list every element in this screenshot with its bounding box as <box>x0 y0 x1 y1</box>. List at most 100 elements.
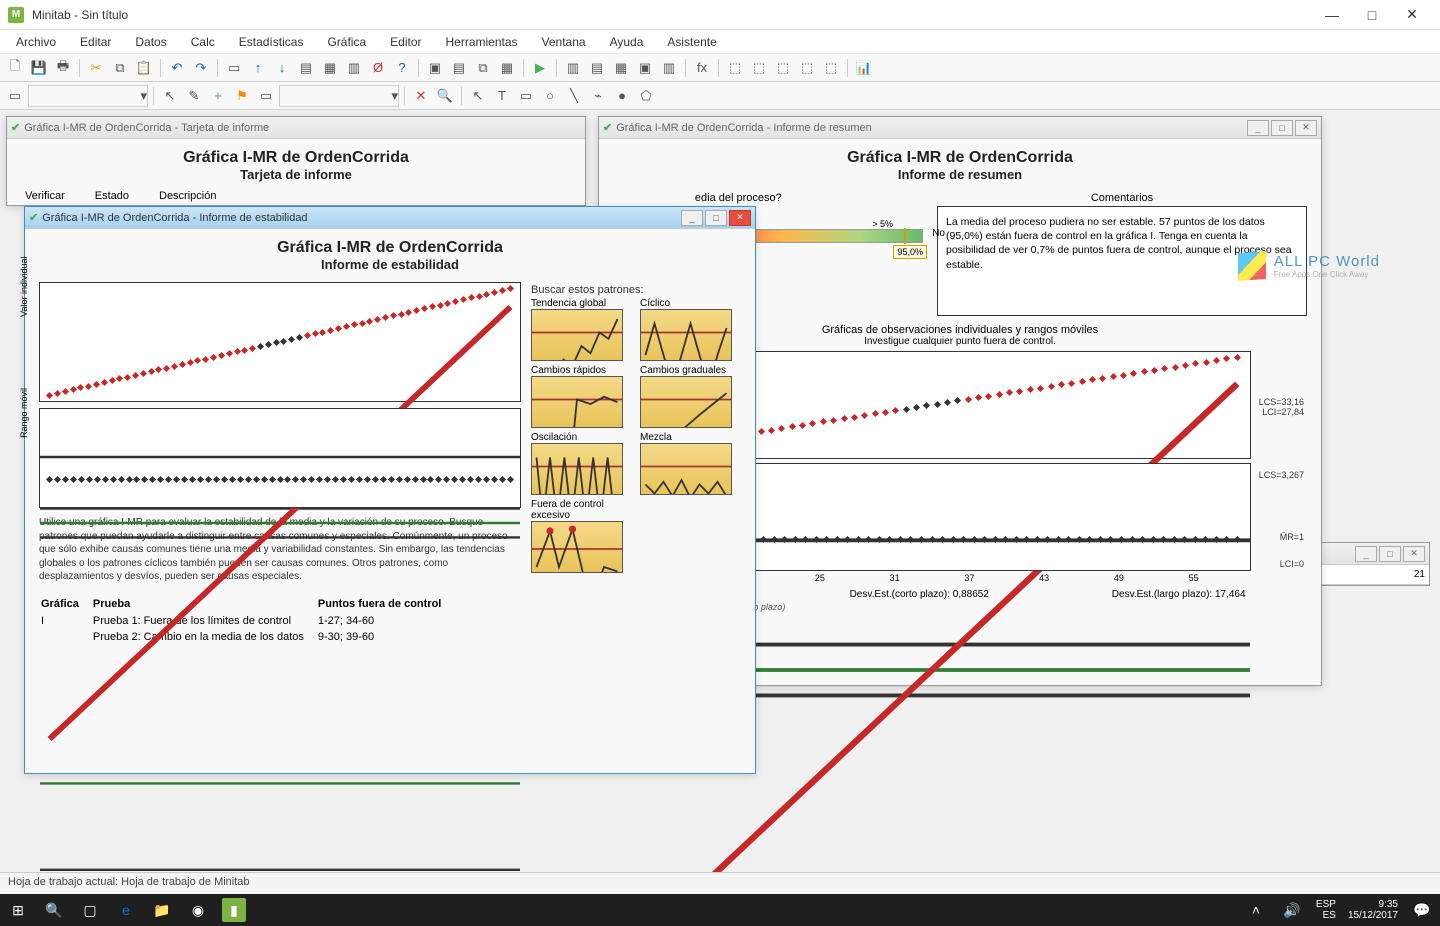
ws-min-button[interactable]: _ <box>1355 546 1377 562</box>
menu-editar[interactable]: Editar <box>74 33 117 51</box>
stat3-icon[interactable]: ⬚ <box>772 57 794 79</box>
chart2-icon[interactable]: ▤ <box>586 57 608 79</box>
pointer-icon[interactable]: ↖ <box>159 85 181 107</box>
start-button[interactable]: ⊞ <box>6 898 30 922</box>
pattern-excess-thumb <box>531 521 623 573</box>
cut-icon[interactable]: ✂ <box>85 57 107 79</box>
menu-grafica[interactable]: Gráfica <box>321 33 372 51</box>
session-icon[interactable]: ▤ <box>295 57 317 79</box>
search-icon[interactable]: 🔍 <box>434 85 456 107</box>
project-icon[interactable]: ▣ <box>424 57 446 79</box>
comments-label: Comentarios <box>937 192 1307 204</box>
redo-icon[interactable]: ↷ <box>190 57 212 79</box>
text-icon[interactable]: T <box>491 85 513 107</box>
maximize-button[interactable]: □ <box>1352 0 1392 30</box>
polyline-icon[interactable]: ⌁ <box>587 85 609 107</box>
windows-taskbar: ⊞ 🔍 ▢ e 📁 ◉ ▮ ˄ 🔊 ESPES 9:3515/12/2017 💬 <box>0 894 1440 926</box>
circle-icon[interactable]: ○ <box>539 85 561 107</box>
stability-title: Gráfica I-MR de OrdenCorrida - Informe d… <box>42 212 307 224</box>
menu-bar: Archivo Editar Datos Calc Estadísticas G… <box>0 30 1440 54</box>
tray-notifications-icon[interactable]: 💬 <box>1410 898 1434 922</box>
print-icon[interactable]: 🖶 <box>52 57 74 79</box>
stat5-icon[interactable]: ⬚ <box>820 57 842 79</box>
menu-asistente[interactable]: Asistente <box>661 33 722 51</box>
brush-icon[interactable]: ✎ <box>183 85 205 107</box>
tray-lang[interactable]: ESPES <box>1316 899 1336 921</box>
stat1-icon[interactable]: ⬚ <box>724 57 746 79</box>
menu-estadisticas[interactable]: Estadísticas <box>233 33 310 51</box>
summary-max-button[interactable]: □ <box>1271 120 1293 136</box>
undo-icon[interactable]: ↶ <box>166 57 188 79</box>
stab-min-button[interactable]: _ <box>681 210 703 226</box>
help-icon[interactable]: ? <box>391 57 413 79</box>
check-icon: ✔ <box>11 121 20 134</box>
minitab-taskbar-icon[interactable]: ▮ <box>222 898 246 922</box>
chrome-icon[interactable]: ◉ <box>186 898 210 922</box>
save-icon[interactable]: 💾 <box>28 57 50 79</box>
select-icon[interactable]: ↖ <box>467 85 489 107</box>
line-icon[interactable]: ╲ <box>563 85 585 107</box>
report-card-window[interactable]: ✔ Gráfica I-MR de OrdenCorrida - Tarjeta… <box>6 116 586 206</box>
summary-title: Gráfica I-MR de OrdenCorrida - Informe d… <box>616 122 872 134</box>
dropdown-icon[interactable]: ▾ <box>28 85 148 107</box>
menu-herramientas[interactable]: Herramientas <box>440 33 524 51</box>
summary-close-button[interactable]: ✕ <box>1295 120 1317 136</box>
stat2-icon[interactable]: ⬚ <box>748 57 770 79</box>
box1-icon[interactable]: ▭ <box>4 85 26 107</box>
arrow-up-icon[interactable]: ↑ <box>247 57 269 79</box>
copy-icon[interactable]: ⧉ <box>109 57 131 79</box>
ws-max-button[interactable]: □ <box>1379 546 1401 562</box>
menu-archivo[interactable]: Archivo <box>10 33 62 51</box>
summary-min-button[interactable]: _ <box>1247 120 1269 136</box>
ws-close-button[interactable]: ✕ <box>1403 546 1425 562</box>
chart3-icon[interactable]: ▦ <box>610 57 632 79</box>
menu-calc[interactable]: Calc <box>185 33 221 51</box>
stab-max-button[interactable]: □ <box>705 210 727 226</box>
stat4-icon[interactable]: ⬚ <box>796 57 818 79</box>
graph-icon[interactable]: ▥ <box>343 57 365 79</box>
rect-icon[interactable]: ▭ <box>515 85 537 107</box>
menu-editor[interactable]: Editor <box>384 33 427 51</box>
arrow-down-icon[interactable]: ↓ <box>271 57 293 79</box>
tray-volume-icon[interactable]: 🔊 <box>1280 898 1304 922</box>
menu-ayuda[interactable]: Ayuda <box>604 33 650 51</box>
plus-icon[interactable]: + <box>207 85 229 107</box>
stability-window[interactable]: ✔ Gráfica I-MR de OrdenCorrida - Informe… <box>24 206 756 774</box>
edge-icon[interactable]: e <box>114 898 138 922</box>
tool-icon[interactable]: ▭ <box>223 57 245 79</box>
box2-icon[interactable]: ▭ <box>255 85 277 107</box>
menu-datos[interactable]: Datos <box>129 33 172 51</box>
tile-icon[interactable]: ▦ <box>496 57 518 79</box>
menu-ventana[interactable]: Ventana <box>536 33 592 51</box>
new-icon[interactable]: 🗋 <box>4 57 26 79</box>
worksheet-icon[interactable]: ▦ <box>319 57 341 79</box>
check-icon: ✔ <box>603 121 612 134</box>
manage-icon[interactable]: ▤ <box>448 57 470 79</box>
chart4-icon[interactable]: ▣ <box>634 57 656 79</box>
graphtool-icon[interactable]: 📊 <box>853 57 875 79</box>
cascade-icon[interactable]: ⧉ <box>472 57 494 79</box>
tray-up-icon[interactable]: ˄ <box>1244 898 1268 922</box>
cancel-icon[interactable]: Ø <box>367 57 389 79</box>
x-icon[interactable]: ✕ <box>410 85 432 107</box>
fx-icon[interactable]: fx <box>691 57 713 79</box>
chart5-icon[interactable]: ▥ <box>658 57 680 79</box>
pattern-shifts-label: Cambios rápidos <box>531 365 632 376</box>
tray-clock[interactable]: 9:3515/12/2017 <box>1348 899 1398 921</box>
marker-icon[interactable]: ● <box>611 85 633 107</box>
close-button[interactable]: ✕ <box>1392 0 1432 30</box>
toolbar-main: 🗋 💾 🖶 ✂ ⧉ 📋 ↶ ↷ ▭ ↑ ↓ ▤ ▦ ▥ Ø ? ▣ ▤ ⧉ ▦ … <box>0 54 1440 82</box>
search-taskbar-icon[interactable]: 🔍 <box>42 898 66 922</box>
annot-mrbar: M̄R=1 <box>1280 532 1304 542</box>
flag-icon[interactable]: ⚑ <box>231 85 253 107</box>
paste-icon[interactable]: 📋 <box>133 57 155 79</box>
explorer-icon[interactable]: 📁 <box>150 898 174 922</box>
stable-question: ¿Es estable la m¿Es estable la media del… <box>613 192 923 204</box>
task-view-icon[interactable]: ▢ <box>78 898 102 922</box>
play-icon[interactable]: ▶ <box>529 57 551 79</box>
minimize-button[interactable]: — <box>1312 0 1352 30</box>
stab-close-button[interactable]: ✕ <box>729 210 751 226</box>
dropdown2-icon[interactable]: ▾ <box>279 85 399 107</box>
polygon-icon[interactable]: ⬠ <box>635 85 657 107</box>
chart1-icon[interactable]: ▥ <box>562 57 584 79</box>
